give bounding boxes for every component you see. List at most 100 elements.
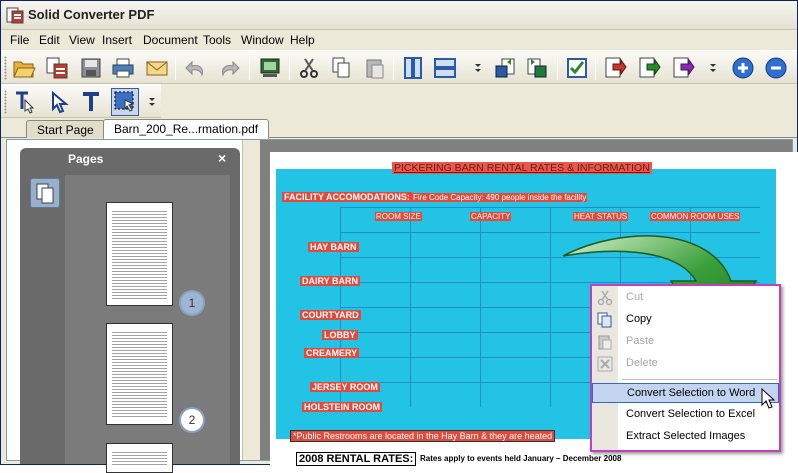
- toolbar-separator: [289, 56, 290, 80]
- menu-help[interactable]: Help: [290, 33, 315, 47]
- column-header: COMMON ROOM USES: [650, 212, 741, 221]
- menu-item-label: Delete: [626, 357, 658, 369]
- facility-label: FACILITY ACCOMODATIONS:: [282, 192, 412, 202]
- row-label: CREAMERY: [304, 348, 360, 358]
- email-icon[interactable]: [143, 54, 171, 82]
- paste-icon[interactable]: [361, 54, 389, 82]
- row-label: HOLSTEIN ROOM: [302, 402, 382, 412]
- app-logo-icon: [6, 7, 24, 24]
- toolbar-separator: [249, 56, 250, 80]
- page-thumbnail-1[interactable]: [106, 202, 173, 306]
- toolbar-separator: [393, 56, 394, 80]
- checklist-icon[interactable]: [563, 54, 591, 82]
- text-tool-icon[interactable]: [77, 88, 105, 116]
- continuous-page-icon[interactable]: [431, 54, 459, 82]
- menu-window[interactable]: Window: [241, 33, 284, 47]
- copy-icon[interactable]: [327, 54, 355, 82]
- single-page-icon[interactable]: [399, 54, 427, 82]
- menu-item-convert-to-word[interactable]: Convert Selection to Word: [592, 383, 779, 403]
- toolbar-overflow-chevron[interactable]: [473, 56, 482, 80]
- cut-icon[interactable]: [295, 54, 323, 82]
- menu-item-convert-to-excel[interactable]: Convert Selection to Excel: [592, 405, 779, 425]
- menu-item-label: Paste: [626, 335, 655, 347]
- page-thumbnail-2[interactable]: [106, 323, 173, 425]
- convert-word-icon[interactable]: [491, 54, 519, 82]
- window-title: Solid Converter PDF: [28, 7, 155, 22]
- row-label: COURTYARD: [300, 310, 361, 320]
- row-label: DAIRY BARN: [300, 276, 361, 286]
- save-icon[interactable]: [77, 54, 105, 82]
- row-label: HAY BARN: [308, 242, 359, 252]
- document-title: PICKERING BARN RENTAL RATES & INFORMATIO…: [392, 162, 652, 174]
- redo-icon[interactable]: [215, 54, 243, 82]
- text-select-icon[interactable]: [11, 88, 39, 116]
- convert-icon[interactable]: [43, 54, 71, 82]
- tab-barn-pdf[interactable]: Barn_200_Re...rmation.pdf: [103, 119, 270, 139]
- menu-tools[interactable]: Tools: [203, 33, 231, 47]
- menu-item-copy[interactable]: Copy: [592, 310, 779, 330]
- menu-item-cut[interactable]: Cut: [592, 288, 779, 308]
- menu-item-label: Convert Selection to Word: [627, 387, 756, 399]
- menu-separator: [622, 379, 777, 380]
- menu-bar: File Edit View Insert Document Tools Win…: [1, 30, 797, 50]
- menu-item-label: Convert Selection to Excel: [626, 408, 756, 420]
- convert-excel-icon[interactable]: [523, 54, 551, 82]
- page-number-badge: 2: [179, 407, 205, 433]
- export-icon[interactable]: [601, 54, 629, 82]
- row-label: LOBBY: [322, 330, 358, 340]
- capacity-note: Fire Code Capacity: 490 people inside th…: [412, 193, 588, 202]
- mouse-pointer-icon: [761, 388, 775, 409]
- menu-file[interactable]: File: [10, 33, 29, 47]
- page-thumbnail-3[interactable]: [106, 443, 173, 473]
- panel-splitter[interactable]: [242, 140, 260, 460]
- copy-icon: [597, 312, 613, 328]
- menu-document[interactable]: Document: [143, 33, 198, 47]
- zoom-out-icon[interactable]: [762, 54, 790, 82]
- toolbar-overflow-chevron[interactable]: [708, 56, 717, 80]
- restrooms-footnote: *Public Restrooms are located in the Hay…: [290, 430, 556, 442]
- export-multi-icon[interactable]: [669, 54, 697, 82]
- page-thumbnails[interactable]: 1 2: [65, 175, 230, 473]
- toolbar-grip[interactable]: [4, 56, 7, 80]
- close-icon[interactable]: ×: [218, 150, 226, 166]
- toolbar-separator: [595, 56, 596, 80]
- menu-item-label: Cut: [626, 291, 644, 303]
- select-arrow-icon[interactable]: [45, 88, 73, 116]
- menu-item-label: Extract Selected Images: [626, 430, 746, 442]
- cut-icon: [597, 290, 613, 306]
- area-select-icon[interactable]: [111, 88, 139, 116]
- toolbar-grip[interactable]: [4, 90, 7, 114]
- pages-panel-title: Pages: [68, 152, 104, 166]
- zoom-in-icon[interactable]: [729, 54, 757, 82]
- menu-item-label: Copy: [626, 313, 652, 325]
- menu-item-paste[interactable]: Paste: [592, 332, 779, 352]
- toolbar-separator: [175, 56, 176, 80]
- open-icon[interactable]: [10, 54, 38, 82]
- print-icon[interactable]: [109, 54, 137, 82]
- menu-item-delete[interactable]: Delete: [592, 354, 779, 374]
- tools-toolbar: [1, 84, 161, 118]
- menu-edit[interactable]: Edit: [39, 33, 60, 47]
- pages-panel: Pages × 1 2: [20, 148, 240, 473]
- main-toolbar: [1, 50, 797, 84]
- page-thumbnails-icon[interactable]: [30, 178, 60, 208]
- rates-note: Rates apply to events held January – Dec…: [420, 454, 622, 463]
- page-number-badge: 1: [179, 290, 205, 316]
- tab-start-page[interactable]: Start Page: [26, 120, 105, 138]
- menu-view[interactable]: View: [69, 33, 95, 47]
- menu-item-extract-images[interactable]: Extract Selected Images: [592, 427, 779, 447]
- column-header: ROOM SIZE: [375, 212, 422, 221]
- app-window: Solid Converter PDF File Edit View Inser…: [0, 0, 798, 473]
- delete-icon: [597, 356, 613, 372]
- capture-icon[interactable]: [256, 54, 284, 82]
- column-header: CAPACITY: [470, 212, 512, 221]
- undo-icon[interactable]: [182, 54, 210, 82]
- toolbar-overflow-chevron[interactable]: [147, 90, 156, 114]
- column-header: HEAT STATUS: [573, 212, 629, 221]
- export-green-icon[interactable]: [635, 54, 663, 82]
- context-menu: Cut Copy Paste Delete Convert Selection …: [590, 284, 781, 452]
- menu-insert[interactable]: Insert: [102, 33, 132, 47]
- rates-heading: 2008 RENTAL RATES:: [296, 452, 417, 466]
- row-label: JERSEY ROOM: [310, 382, 380, 392]
- paste-icon: [597, 334, 613, 350]
